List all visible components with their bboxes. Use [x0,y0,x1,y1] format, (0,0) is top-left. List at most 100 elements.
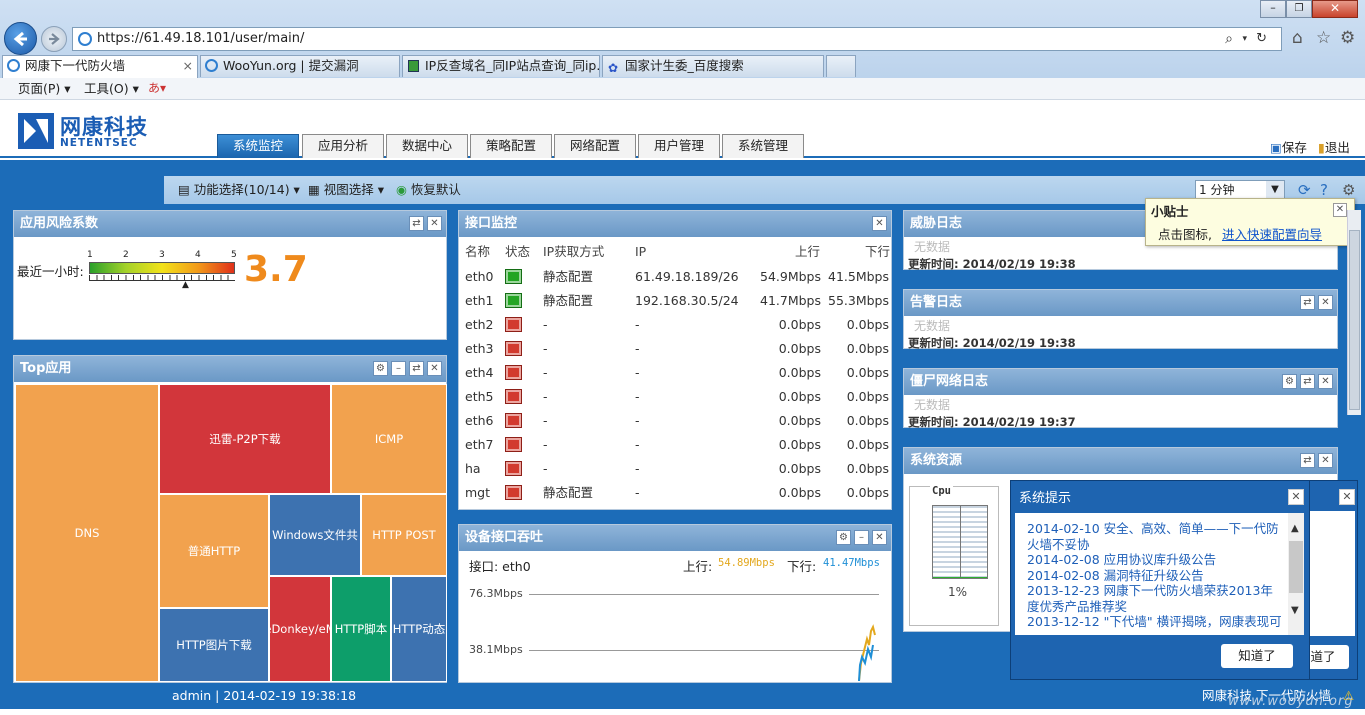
risk-panel: 应用风险系数 ⇄ ✕ 最近一小时: 1 2 3 4 5 ▲ 3.7 [13,210,447,340]
reset-button[interactable]: ◉ 恢复默认 [396,176,461,204]
refresh-icon[interactable]: ⇄ [1300,453,1315,468]
treemap-tile[interactable]: Windows文件共 [269,494,361,576]
warning-icon[interactable]: ⚠ [1343,683,1354,709]
iface-ip: - [635,341,640,356]
menu-page[interactable]: 页面(P) ▾ [18,78,71,99]
tip-wizard-link[interactable]: 进入快速配置向导 [1222,224,1322,243]
restore-button[interactable]: ❐ [1286,0,1312,18]
brand-logo [18,113,54,149]
tab-network[interactable]: 网络配置 [554,134,636,158]
tab-policy[interactable]: 策略配置 [470,134,552,158]
settings-icon[interactable]: ⚙ [373,361,388,376]
home-icon[interactable]: ⌂ [1292,28,1303,48]
translate-icon[interactable]: あ▾ [148,78,166,99]
treemap-tile[interactable]: HTTP图片下载 [159,608,269,682]
notice-item[interactable]: 2014-02-08 漏洞特征升级公告 [1027,568,1285,584]
browser-tab[interactable]: IP反查域名_同IP站点查询_同ip... [402,55,600,77]
throughput-header: 设备接口吞吐 ⚙ – ✕ [459,525,891,551]
tab-system-monitor[interactable]: 系统监控 [217,134,299,158]
iface-name: eth6 [465,413,494,428]
save-link[interactable]: ▣保存 [1270,137,1307,156]
back-button[interactable] [4,22,37,55]
notice-item[interactable]: 2013-12-12 "下代墙" 横评揭晓，网康表现可 [1027,614,1285,630]
interval-select[interactable]: 1 分钟 ▼ [1195,180,1285,200]
refresh-icon[interactable]: ⇄ [1300,295,1315,310]
throughput-down-label: 下行: [787,559,817,574]
scrollbar-thumb[interactable] [1349,230,1360,410]
notice-item[interactable]: 2014-02-08 应用协议库升级公告 [1027,552,1285,568]
close-icon[interactable]: ✕ [1318,374,1333,389]
settings-icon[interactable]: ⚙ [836,530,851,545]
col-mode: IP获取方式 [543,244,605,259]
settings-icon[interactable]: ⚙ [1282,374,1297,389]
reset-icon: ◉ [396,182,407,197]
scroll-down-icon[interactable]: ▼ [1291,605,1299,616]
notice-item[interactable]: 2014-02-10 安全、高效、简单——下一代防火墙不妥协 [1027,521,1285,552]
func-select-button[interactable]: ▤ 功能选择(10/14) ▾ [178,176,300,204]
minimize-icon[interactable]: – [391,361,406,376]
iface-tx: 0.0bps [778,461,821,476]
iface-name: eth4 [465,365,494,380]
settings-gear-icon[interactable]: ⚙ [1340,28,1355,48]
view-select-button[interactable]: ▦ 视图选择 ▾ [308,176,384,204]
scroll-up-icon[interactable]: ▲ [1291,523,1299,534]
browser-tab[interactable]: 网康下一代防火墙 × [2,55,198,78]
close-icon[interactable]: ✕ [872,530,887,545]
treemap-tile[interactable]: HTTP脚本 [331,576,391,682]
tab-close-icon[interactable]: × [183,56,193,76]
address-bar[interactable]: https://61.49.18.101/user/main/ ⌕ ▾ ↻ [72,27,1282,51]
risk-tick: 5 [231,250,237,260]
iface-row: eth5 - - 0.0bps 0.0bps [463,385,893,409]
close-icon[interactable]: ✕ [1318,453,1333,468]
iface-row: mgt 静态配置 - 0.0bps 0.0bps [463,481,893,505]
browser-tab[interactable]: WooYun.org | 提交漏洞 [200,55,400,77]
save-disk-icon: ▣ [1270,140,1282,155]
dropdown-icon[interactable]: ▾ [1242,28,1247,50]
port-down-icon [505,317,522,332]
treemap-tile[interactable]: 迅雷-P2P下载 [159,384,331,494]
tip-popup: 小贴士 ✕ 点击图标, 进入快速配置向导 [1145,198,1355,246]
tab-data-center[interactable]: 数据中心 [386,134,468,158]
close-icon[interactable]: ✕ [1318,295,1333,310]
treemap: DNS 迅雷-P2P下载 ICMP 普通HTTP Windows文件共 HTTP… [15,384,447,682]
minimize-button[interactable]: – [1260,0,1286,18]
risk-tick-labels: 1 2 3 4 5 [87,250,237,260]
forward-button[interactable] [41,26,67,52]
refresh-icon[interactable]: ↻ [1256,28,1267,50]
search-icon[interactable]: ⌕ [1225,28,1233,50]
tab-users[interactable]: 用户管理 [638,134,720,158]
notice-item[interactable]: 2013-12-23 网康下一代防火墙荣获2013年度优秀产品推荐奖 [1027,583,1285,614]
menu-tools[interactable]: 工具(O) ▾ [84,78,139,99]
browser-tab[interactable]: ✿ 国家计生委_百度搜索 [602,55,824,77]
notice-ok-button[interactable]: 知道了 [1221,644,1293,668]
refresh-icon[interactable]: ⇄ [409,216,424,231]
tab-system[interactable]: 系统管理 [722,134,804,158]
close-icon[interactable]: ✕ [1288,489,1304,505]
close-window-button[interactable]: ✕ [1312,0,1358,18]
close-icon[interactable]: ✕ [427,361,442,376]
logout-link[interactable]: ▮退出 [1318,137,1350,156]
close-icon[interactable]: ✕ [1339,489,1355,505]
refresh-icon[interactable]: ⇄ [409,361,424,376]
treemap-tile[interactable]: HTTP POST [361,494,447,576]
minimize-icon[interactable]: – [854,530,869,545]
notice-scroll-thumb[interactable] [1289,541,1303,593]
treemap-tile[interactable]: 普通HTTP [159,494,269,608]
ie-tab-icon [205,59,218,72]
scrollbar[interactable] [1347,210,1361,415]
treemap-tile[interactable]: HTTP动态 [391,576,447,682]
port-down-icon [505,461,522,476]
treemap-tile[interactable]: ICMP [331,384,447,494]
tab-app-analysis[interactable]: 应用分析 [302,134,384,158]
treemap-tile[interactable]: DNS [15,384,159,682]
favorites-icon[interactable]: ☆ [1316,28,1331,48]
close-icon[interactable]: ✕ [872,216,887,231]
refresh-icon[interactable]: ⇄ [1300,374,1315,389]
download-series-line [858,644,874,681]
notice-scrollbar[interactable]: ▲ ▼ [1288,513,1304,635]
new-tab-button[interactable] [826,55,856,77]
close-icon[interactable]: ✕ [427,216,442,231]
treemap-tile[interactable]: eDonkey/eM [269,576,331,682]
risk-tick: 4 [195,250,201,260]
tip-close-icon[interactable]: ✕ [1333,203,1347,217]
